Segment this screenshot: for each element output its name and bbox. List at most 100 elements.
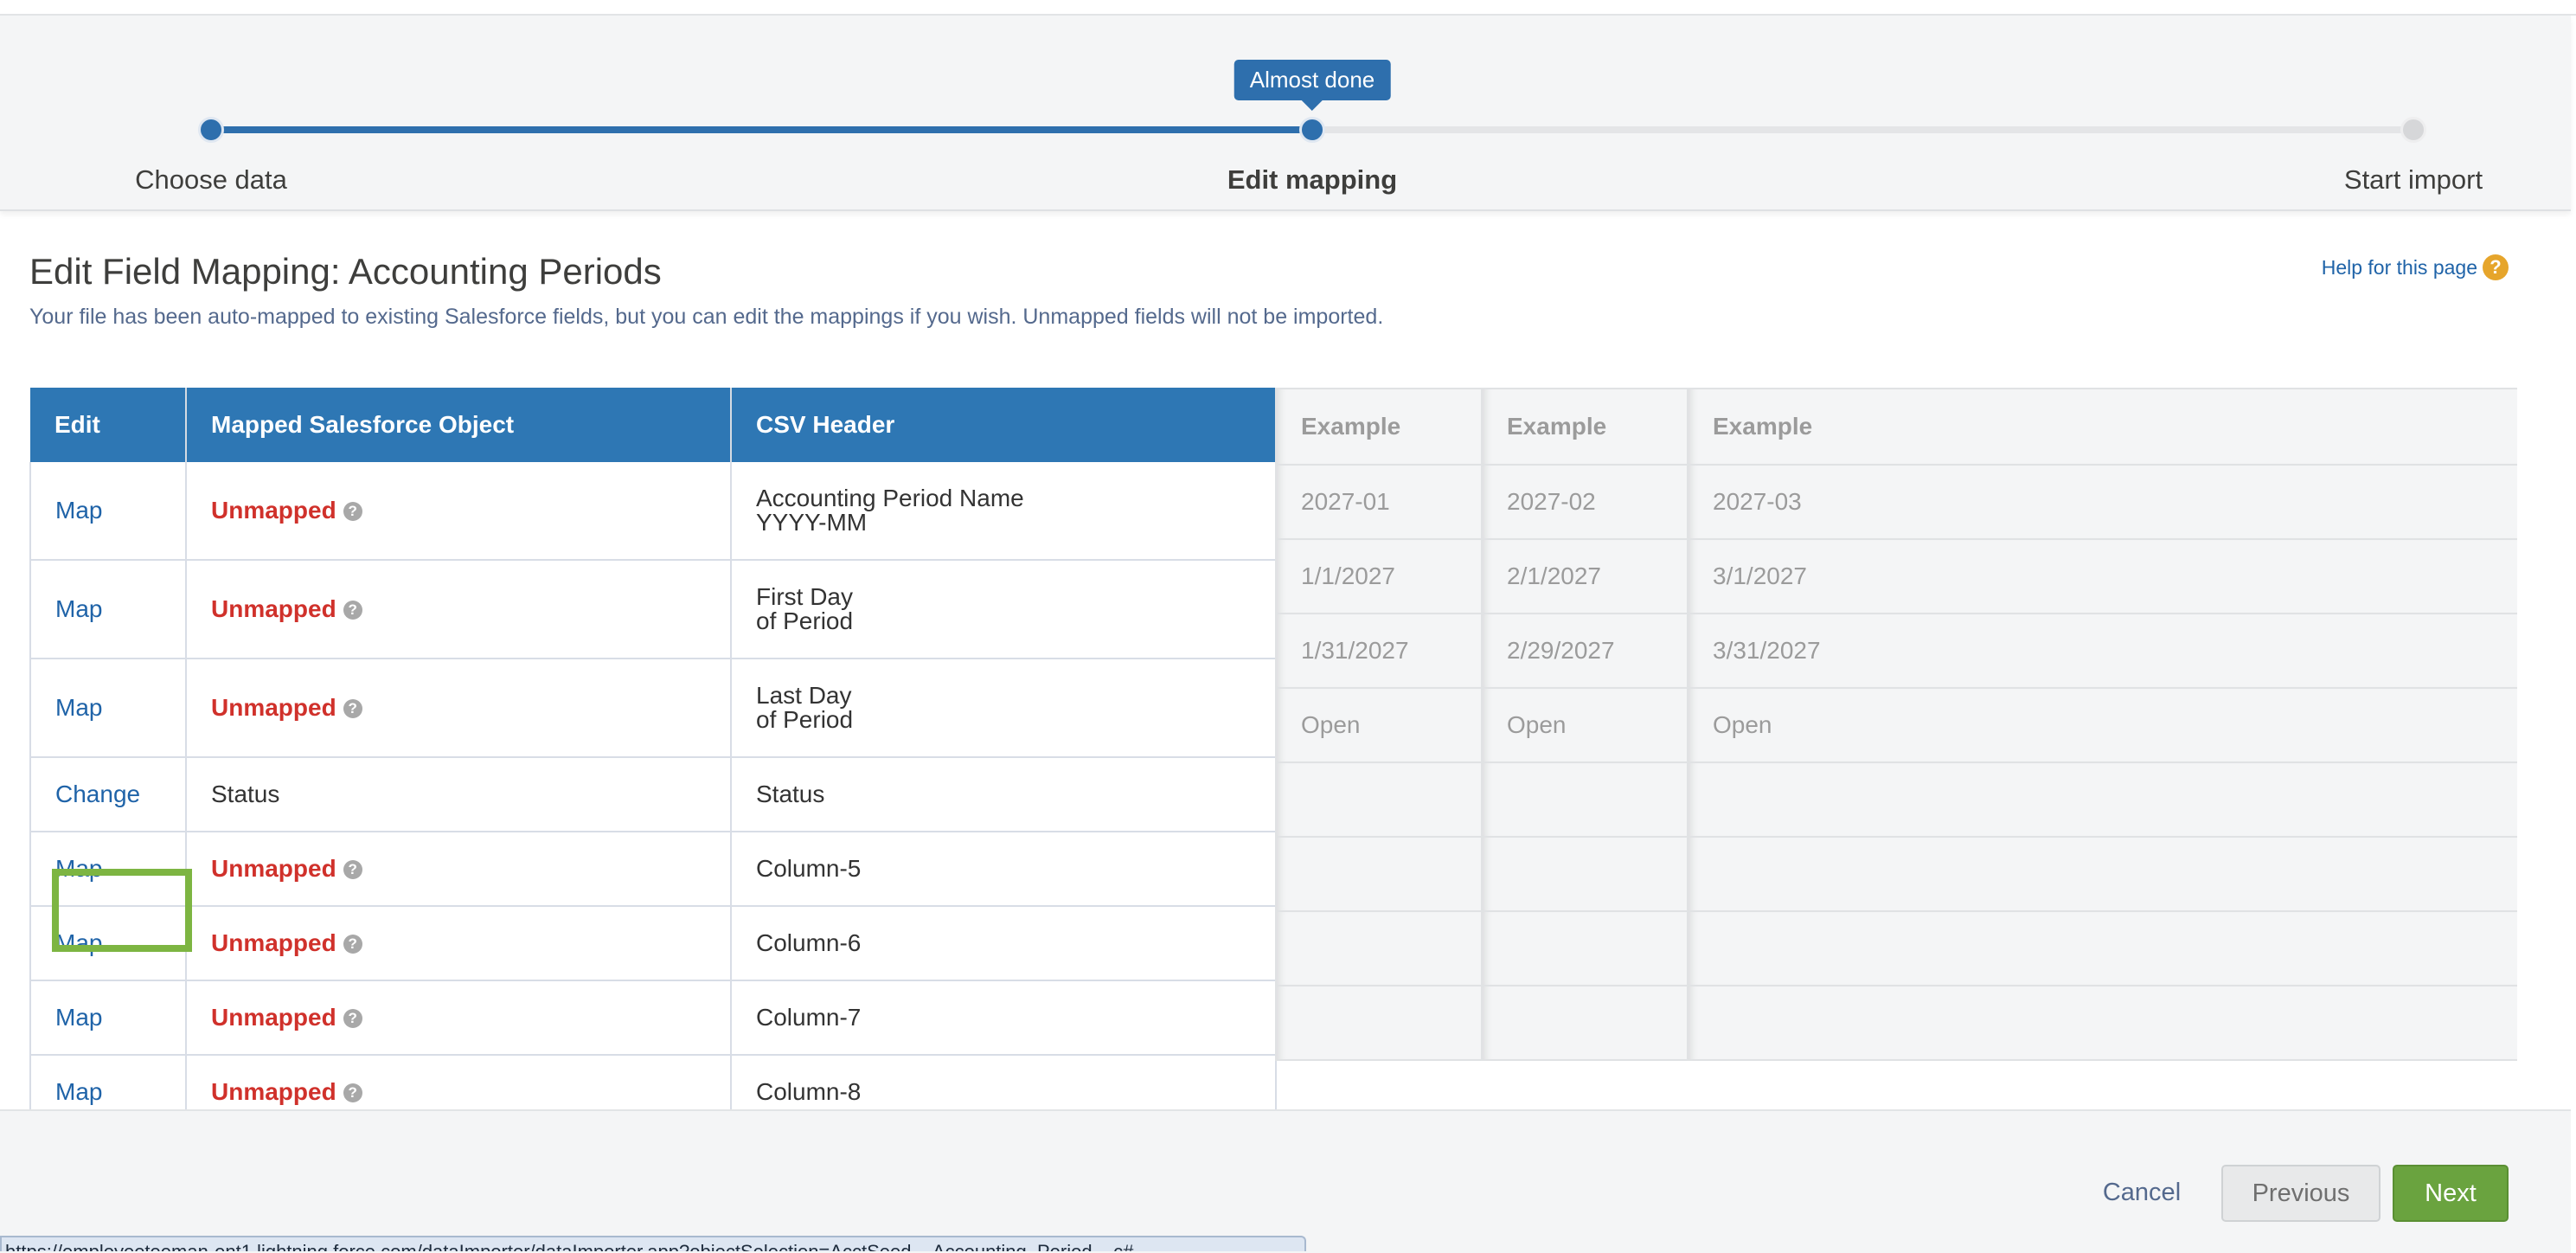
example-cell [1481, 910, 1688, 986]
column-header-edit: Edit [30, 388, 187, 462]
unmapped-label: Unmapped [211, 694, 336, 721]
progress-wizard: Almost done Choose data Edit mapping Sta… [0, 16, 2571, 211]
page-subtitle: Your file has been auto-mapped to existi… [29, 305, 1384, 329]
browser-top-strip [0, 0, 2576, 16]
csv-header-line: First Day [756, 583, 853, 610]
csv-header-line: Column-6 [756, 929, 862, 956]
example-cell [1687, 836, 2517, 912]
table-row: Map Unmapped? Column-8 [29, 1055, 1277, 1109]
edit-cell: Change [29, 757, 187, 832]
mapped-cell: Unmapped? [185, 560, 732, 659]
example-cell: 2/1/2027 [1481, 538, 1688, 614]
mapping-table-area[interactable]: Edit Mapped Salesforce Object CSV Header… [29, 388, 2517, 1109]
example-cell [1275, 910, 1483, 986]
edit-cell: Map [29, 560, 187, 659]
example-cell: 1/1/2027 [1275, 538, 1483, 614]
map-link[interactable]: Map [55, 595, 102, 622]
example-row [1275, 985, 2517, 1061]
help-link-label: Help for this page [2321, 255, 2477, 279]
csv-header-line: of Period [756, 706, 854, 733]
example-cell: 3/31/2027 [1687, 613, 2517, 689]
progress-track-fill [211, 126, 1312, 133]
previous-button[interactable]: Previous [2221, 1165, 2381, 1222]
cancel-button[interactable]: Cancel [2073, 1165, 2211, 1220]
step-label-start-import: Start import [2343, 164, 2483, 195]
csv-header-line: Status [756, 781, 825, 807]
unmapped-label: Unmapped [211, 1004, 336, 1031]
map-link[interactable]: Map [55, 855, 102, 882]
table-row: Map Unmapped? Column-6 [29, 906, 1277, 981]
map-link[interactable]: Map [55, 929, 102, 956]
mapped-cell: Unmapped? [185, 980, 732, 1056]
footer-bar: Cancel Previous Next [0, 1109, 2571, 1253]
help-question-icon[interactable]: ? [343, 601, 362, 620]
step-dot-edit-mapping [1299, 117, 1325, 143]
mapped-cell: Unmapped? [185, 906, 732, 981]
csv-cell: Status [730, 757, 1277, 832]
status-bar-url: https://employeeteeman-ent1.lightning.fo… [0, 1236, 1306, 1251]
csv-cell: Column-7 [730, 980, 1277, 1056]
mapping-table: Edit Mapped Salesforce Object CSV Header… [29, 388, 1277, 1109]
example-row [1275, 761, 2517, 838]
example-row: 2027-01 2027-02 2027-03 [1275, 464, 2517, 540]
csv-cell: Accounting Period Name YYYY-MM [730, 462, 1277, 561]
step-dot-choose-data [198, 117, 224, 143]
csv-header-line: of Period [756, 607, 854, 634]
example-row: 1/1/2027 2/1/2027 3/1/2027 [1275, 538, 2517, 614]
example-cell: 2027-03 [1687, 464, 2517, 540]
table-row: Map Unmapped? Last Day of Period [29, 659, 1277, 758]
csv-cell: First Day of Period [730, 560, 1277, 659]
csv-cell: Last Day of Period [730, 659, 1277, 758]
example-row: 1/31/2027 2/29/2027 3/31/2027 [1275, 613, 2517, 689]
csv-header-line: Column-5 [756, 855, 862, 882]
mapped-field-label: Status [211, 781, 280, 807]
edit-cell: Map [29, 980, 187, 1056]
column-header-example: Example [1687, 388, 2517, 466]
csv-header-line: Last Day [756, 682, 852, 709]
step-label-choose-data: Choose data [135, 164, 287, 195]
next-button[interactable]: Next [2393, 1165, 2509, 1222]
csv-cell: Column-6 [730, 906, 1277, 981]
map-link[interactable]: Map [55, 497, 102, 524]
table-row: Map Unmapped? First Day of Period [29, 560, 1277, 659]
help-question-icon[interactable]: ? [343, 1009, 362, 1028]
help-link[interactable]: Help for this page ? [2322, 254, 2509, 280]
example-row [1275, 910, 2517, 986]
example-row [1275, 836, 2517, 912]
csv-cell: Column-5 [730, 832, 1277, 907]
table-row: Map Unmapped? Column-7 [29, 980, 1277, 1056]
example-cell [1275, 761, 1483, 838]
change-link[interactable]: Change [55, 781, 140, 807]
example-cell [1481, 985, 1688, 1061]
column-header-mapped-object: Mapped Salesforce Object [186, 388, 732, 462]
unmapped-label: Unmapped [211, 929, 336, 956]
page-title: Edit Field Mapping: Accounting Periods [29, 251, 662, 292]
help-question-icon[interactable]: ? [343, 1083, 362, 1102]
example-cell [1275, 985, 1483, 1061]
example-cell: 2/29/2027 [1481, 613, 1688, 689]
help-question-icon[interactable]: ? [343, 502, 362, 521]
example-cell: Open [1481, 687, 1688, 763]
step-dot-start-import [2400, 117, 2426, 143]
mapped-cell: Unmapped? [185, 462, 732, 561]
example-cell: Open [1687, 687, 2517, 763]
csv-header-line: Accounting Period Name [756, 485, 1024, 511]
edit-cell: Map [29, 832, 187, 907]
map-link[interactable]: Map [55, 694, 102, 721]
example-cell [1481, 761, 1688, 838]
help-question-icon[interactable]: ? [343, 699, 362, 718]
example-cell: 2027-01 [1275, 464, 1483, 540]
csv-cell: Column-8 [730, 1055, 1277, 1109]
example-cell: Open [1275, 687, 1483, 763]
column-header-example: Example [1275, 388, 1483, 466]
example-cell [1687, 985, 2517, 1061]
map-link[interactable]: Map [55, 1004, 102, 1031]
example-cell [1687, 910, 2517, 986]
mapped-cell: Status [185, 757, 732, 832]
edit-cell: Map [29, 1055, 187, 1109]
help-question-icon[interactable]: ? [343, 860, 362, 879]
help-question-icon[interactable]: ? [343, 935, 362, 954]
table-row: Map Unmapped? Column-5 [29, 832, 1277, 907]
map-link[interactable]: Map [55, 1078, 102, 1105]
csv-header-line: YYYY-MM [756, 509, 868, 536]
